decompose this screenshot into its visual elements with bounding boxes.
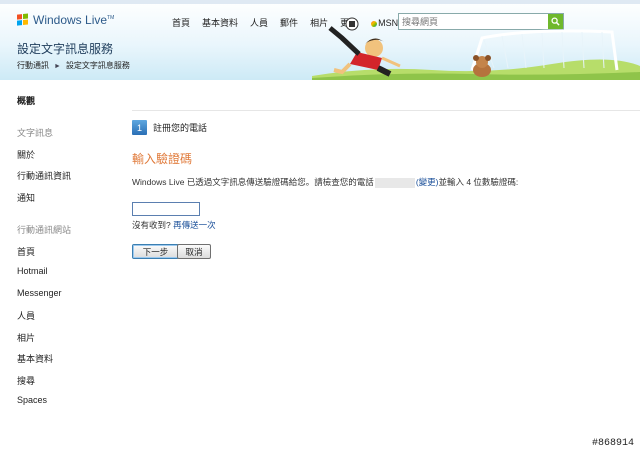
no-receive-text: 沒有收到? xyxy=(132,220,171,230)
sidebar-item-photos[interactable]: 相片 xyxy=(17,331,35,344)
section-heading: 輸入驗證碼 xyxy=(132,152,193,166)
nav-home[interactable]: 首頁 xyxy=(172,16,190,29)
step-number-icon: 1 xyxy=(132,120,147,135)
header: Windows LiveTM 首頁 基本資料 人員 郵件 相片 更多MSN ▾ … xyxy=(0,0,640,80)
next-button[interactable]: 下一步 xyxy=(132,244,179,259)
nav-people[interactable]: 人員 xyxy=(250,16,268,29)
watermark: #868914 xyxy=(591,438,634,449)
sidebar-item-mobile-info[interactable]: 行動通訊資訊 xyxy=(17,169,71,182)
sidebar-item-profile[interactable]: 基本資料 xyxy=(17,352,53,365)
sidebar-item-hotmail[interactable]: Hotmail xyxy=(17,266,48,276)
sidebar-section-mobile-sites: 行動通訊網站 xyxy=(17,225,72,235)
page-title: 設定文字訊息服務 xyxy=(17,42,114,56)
nav-mail[interactable]: 郵件 xyxy=(280,16,298,29)
sidebar-item-spaces[interactable]: Spaces xyxy=(17,395,47,405)
nav-profile[interactable]: 基本資料 xyxy=(202,16,238,29)
phone-number-redacted xyxy=(374,177,415,188)
breadcrumb: 行動通訊 ► 設定文字訊息服務 xyxy=(17,60,130,71)
windows-flag-icon xyxy=(17,13,29,26)
instruction-pre: Windows Live 已透過文字訊息傳送驗證碼給您。請檢查您的電話 xyxy=(132,177,374,187)
sidebar-item-about[interactable]: 關於 xyxy=(17,148,35,161)
sidebar-item-home[interactable]: 首頁 xyxy=(17,245,35,258)
windows-live-logo[interactable]: Windows LiveTM xyxy=(17,13,114,27)
step-label: 註冊您的電話 xyxy=(153,123,208,133)
sidebar-item-search[interactable]: 搜尋 xyxy=(17,374,35,387)
content-divider xyxy=(132,110,640,111)
sidebar-item-people[interactable]: 人員 xyxy=(17,309,35,322)
instruction-post: 並輸入 4 位數驗證碼: xyxy=(438,177,519,187)
sidebar-item-messenger[interactable]: Messenger xyxy=(17,288,62,298)
breadcrumb-root[interactable]: 行動通訊 xyxy=(17,61,49,70)
verification-code-input[interactable] xyxy=(132,202,200,216)
breadcrumb-current: 設定文字訊息服務 xyxy=(65,61,130,70)
resend-link[interactable]: 再傳送一次 xyxy=(173,220,216,230)
cancel-button[interactable]: 取消 xyxy=(177,244,211,259)
no-receive-line: 沒有收到? 再傳送一次 xyxy=(132,219,216,231)
instruction-text: Windows Live 已透過文字訊息傳送驗證碼給您。請檢查您的電話 (變更)並… xyxy=(132,176,518,188)
soccer-illustration xyxy=(312,17,640,80)
logo-text: Windows LiveTM xyxy=(33,13,115,27)
sidebar-section-text-messages: 文字訊息 xyxy=(17,128,54,138)
top-border xyxy=(0,0,640,4)
sidebar-overview[interactable]: 概觀 xyxy=(17,94,35,107)
breadcrumb-arrow-icon: ► xyxy=(54,63,61,70)
step-indicator: 1 註冊您的電話 xyxy=(132,120,207,135)
sidebar-item-notifications[interactable]: 通知 xyxy=(17,191,35,204)
change-phone-link[interactable]: (變更) xyxy=(416,177,439,187)
